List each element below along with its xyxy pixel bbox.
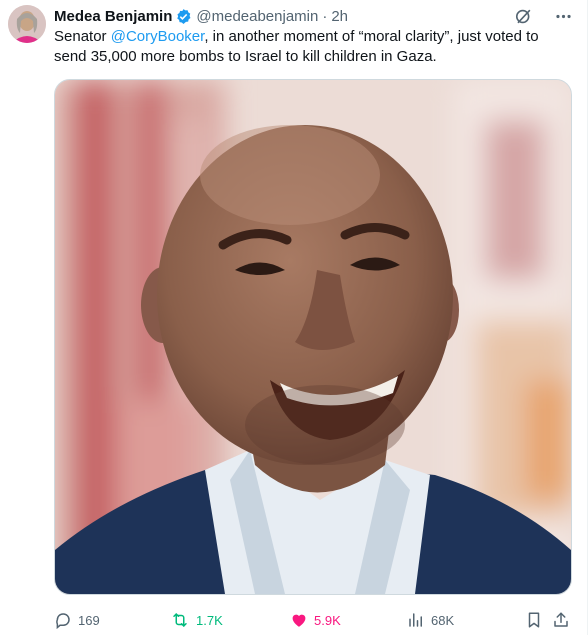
reply-icon bbox=[56, 613, 70, 629]
more-icon[interactable] bbox=[553, 6, 573, 26]
tweet-header: Medea Benjamin @medeabenjamin · 2h bbox=[54, 6, 348, 26]
view-count: 68K bbox=[431, 612, 455, 628]
tweet-actions: 169 1.7K 5.9K 68K bbox=[54, 609, 574, 631]
verified-badge-icon bbox=[175, 8, 192, 25]
like-count: 5.9K bbox=[314, 612, 341, 628]
share-icon bbox=[554, 612, 568, 627]
heart-icon bbox=[292, 614, 306, 627]
share-button[interactable] bbox=[552, 609, 576, 631]
separator-dot: · bbox=[322, 7, 328, 25]
reply-button[interactable]: 169 bbox=[54, 609, 100, 631]
views-icon bbox=[409, 613, 422, 627]
top-actions bbox=[513, 6, 573, 26]
mention-link[interactable]: @CoryBooker bbox=[111, 28, 205, 45]
reply-count: 169 bbox=[78, 612, 100, 628]
tweet-card[interactable]: Medea Benjamin @medeabenjamin · 2h Senat… bbox=[0, 0, 588, 635]
author-name[interactable]: Medea Benjamin bbox=[54, 8, 172, 25]
repost-count: 1.7K bbox=[196, 612, 223, 628]
views-button[interactable]: 68K bbox=[407, 609, 454, 631]
tweet-text-start: Senator bbox=[54, 28, 111, 45]
author-handle[interactable]: @medeabenjamin bbox=[196, 8, 318, 25]
avatar[interactable] bbox=[8, 5, 46, 43]
tweet-text: Senator @CoryBooker, in another moment o… bbox=[54, 27, 574, 67]
like-button[interactable]: 5.9K bbox=[290, 609, 341, 631]
bookmark-icon bbox=[528, 612, 540, 628]
tweet-image[interactable] bbox=[54, 79, 572, 595]
repost-button[interactable]: 1.7K bbox=[170, 609, 223, 631]
bookmark-button[interactable] bbox=[525, 609, 549, 631]
tweet-timestamp[interactable]: 2h bbox=[331, 8, 348, 25]
repost-icon bbox=[173, 613, 187, 627]
grok-icon[interactable] bbox=[513, 6, 533, 26]
